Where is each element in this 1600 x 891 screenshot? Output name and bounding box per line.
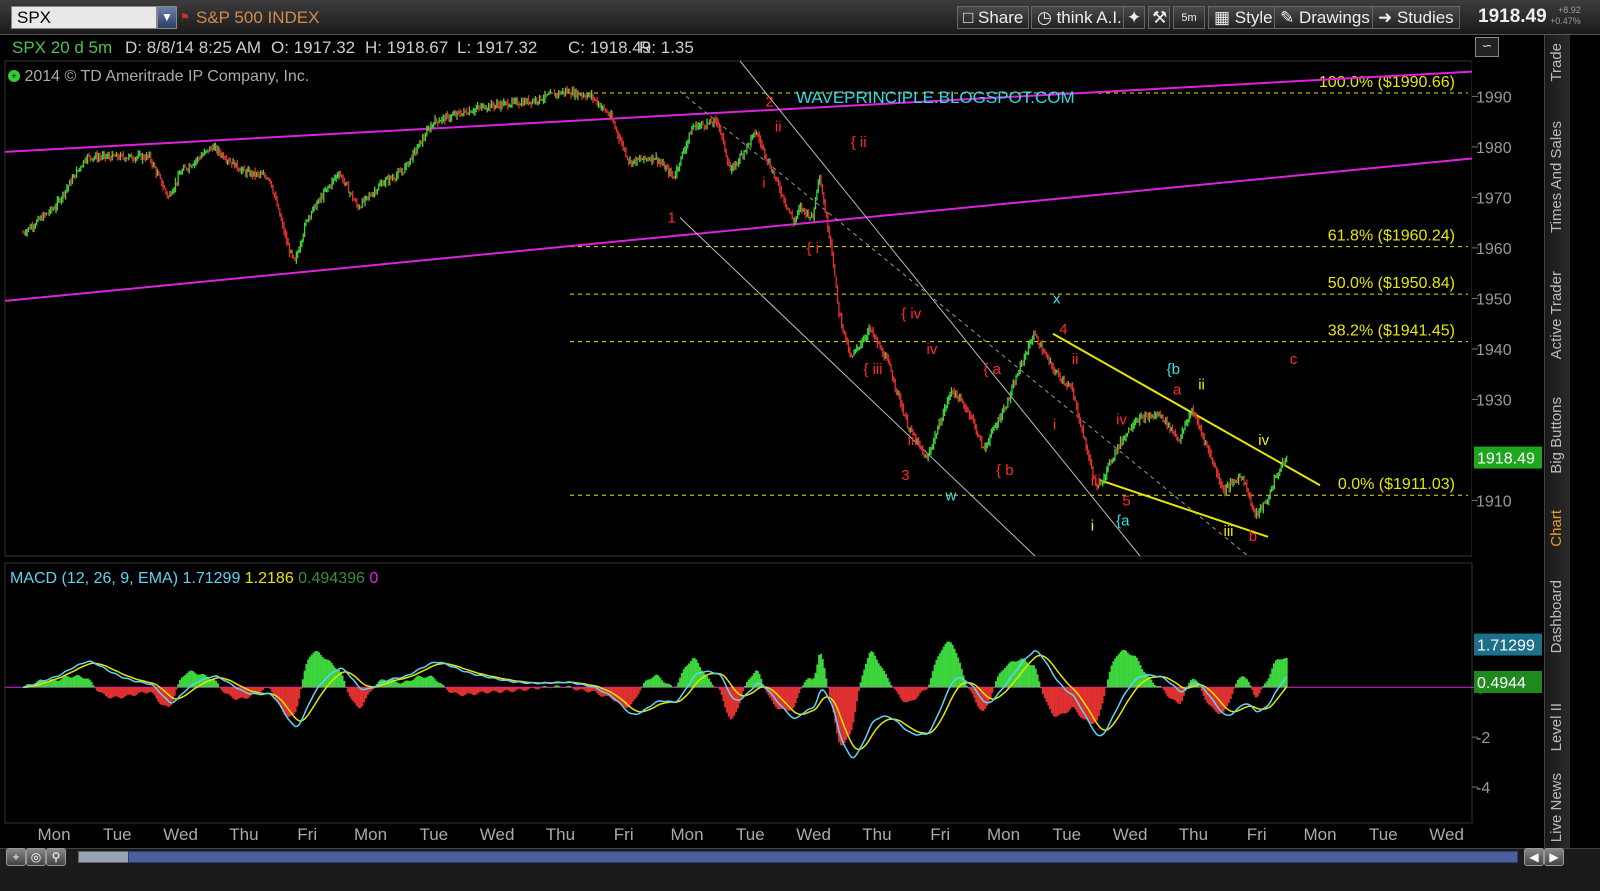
macd-value-label: 1.71299 [1477, 638, 1535, 655]
macd-title: MACD (12, 26, 9, EMA) 1.71299 1.2186 0.4… [10, 570, 378, 587]
price-change: +8.92 +0.47% [1550, 5, 1581, 26]
wave-label: iv [927, 341, 938, 358]
wave-label: {b [1167, 361, 1180, 378]
time-axis: Mon Tue Wed Thu Fri Mon Tue Wed Thu Fri Mon Tue Wed T… [37, 825, 1463, 844]
y-tick-label: 1970 [1476, 190, 1512, 207]
x-tick-label: Thu [1179, 825, 1208, 844]
sidebar-tab-trade[interactable]: Trade [1548, 43, 1565, 82]
wave-label: i [1053, 417, 1056, 434]
x-tick-label: Mon [37, 825, 70, 844]
fib-level-label: 38.2% ($1941.45) [1328, 323, 1455, 340]
x-tick-label: Thu [546, 825, 575, 844]
sidebar-tab-level-ii[interactable]: Level II [1548, 703, 1565, 751]
wave-label: b [1249, 528, 1257, 545]
x-tick-label: Fri [297, 825, 317, 844]
y-tick-label: 1990 [1476, 89, 1512, 106]
wave-label: { iii [863, 361, 882, 378]
wave-label: 1 [667, 210, 675, 227]
sidebar-tab-big-buttons[interactable]: Big Buttons [1548, 397, 1565, 474]
sidebar-tab-dashboard[interactable]: Dashboard [1548, 580, 1565, 653]
macd-y-tick-label: -4 [1476, 780, 1490, 797]
x-tick-label: Wed [1113, 825, 1148, 844]
x-tick-label: Thu [229, 825, 258, 844]
wave-label: 5 [1122, 492, 1130, 509]
wave-label: iii [908, 432, 918, 449]
wave-label: 4 [1059, 321, 1067, 338]
x-tick-label: Tue [419, 825, 448, 844]
sidebar-tab-times-and-sales[interactable]: Times And Sales [1548, 121, 1565, 233]
x-tick-label: Mon [354, 825, 387, 844]
y-tick-label: 1960 [1476, 241, 1512, 258]
sidebar-tab-active-trader[interactable]: Active Trader [1548, 271, 1565, 359]
y-tick-label: 1980 [1476, 140, 1512, 157]
wave-label: { i [806, 240, 819, 257]
x-tick-label: Tue [1369, 825, 1398, 844]
wave-label: a [1173, 381, 1182, 398]
wave-label: ii [1198, 376, 1205, 393]
last-price-label: 1918.49 [1477, 451, 1535, 468]
wave-label: iii [1223, 523, 1233, 540]
y-tick-label: 1950 [1476, 291, 1512, 308]
wave-label: { ii [851, 134, 867, 151]
price-pane-frame [4, 60, 1473, 557]
x-tick-label: Wed [796, 825, 831, 844]
x-tick-label: Fri [1247, 825, 1267, 844]
y-tick-label: 1940 [1476, 342, 1512, 359]
wave-label: { a [983, 361, 1001, 378]
scroll-right-icon[interactable]: ▶ [1544, 848, 1564, 866]
wave-label: i [762, 174, 765, 191]
watermark-text: WAVEPRINCIPLE.BLOGSPOT.COM [796, 88, 1075, 107]
x-tick-label: Wed [163, 825, 198, 844]
scroll-thumb[interactable] [78, 851, 130, 863]
x-tick-label: Tue [736, 825, 765, 844]
wave-label: { b [996, 462, 1014, 479]
time-scrollbar[interactable] [128, 851, 1518, 863]
wave-label: x [1053, 290, 1061, 307]
wave-label: iv [1116, 412, 1127, 429]
wave-label: i [1091, 518, 1094, 535]
wave-label: ii [1072, 351, 1079, 368]
wave-label: ii [775, 119, 782, 136]
x-tick-label: Mon [987, 825, 1020, 844]
macd-pane: 0-2-4MACD (12, 26, 9, EMA) 1.71299 1.218… [4, 562, 1542, 824]
wave-label: iii [1091, 472, 1101, 489]
x-tick-label: Fri [614, 825, 634, 844]
sidebar-tab-chart[interactable]: Chart [1548, 510, 1565, 547]
scroll-left-icon[interactable]: ◀ [1524, 848, 1544, 866]
right-sidebar: Trade Times And Sales Active Trader Big … [1544, 35, 1570, 848]
wave-label: 2 [765, 93, 773, 110]
x-tick-label: Wed [480, 825, 515, 844]
wave-label: iv [1258, 432, 1269, 449]
wave-label: w [944, 487, 956, 504]
wave-label: {a [1116, 513, 1130, 530]
copyright-text: + 2014 © TD Ameritrade IP Company, Inc. [8, 68, 309, 86]
search-icon[interactable]: ⚲ [46, 848, 66, 866]
x-tick-label: Mon [1303, 825, 1336, 844]
hist-value-label: 0.4944 [1477, 675, 1526, 692]
x-tick-label: Mon [670, 825, 703, 844]
x-tick-label: Wed [1429, 825, 1464, 844]
wave-label: c [1290, 351, 1298, 368]
x-tick-label: Thu [862, 825, 891, 844]
fib-level-label: 50.0% ($1950.84) [1328, 275, 1455, 292]
price-axis-bg [1472, 61, 1544, 823]
expand-icon[interactable]: + [8, 70, 20, 82]
macd-y-tick-label: -2 [1476, 730, 1490, 747]
sidebar-tab-live-news[interactable]: Live News [1548, 773, 1565, 842]
wave-label: { iv [901, 306, 922, 323]
fib-level-label: 0.0% ($1911.03) [1338, 476, 1455, 493]
wave-label: 3 [901, 467, 909, 484]
x-tick-label: Tue [103, 825, 132, 844]
y-tick-label: 1910 [1476, 493, 1512, 510]
x-tick-label: Fri [930, 825, 950, 844]
x-tick-label: Tue [1052, 825, 1081, 844]
zoom-fit-icon[interactable]: ◎ [26, 848, 46, 866]
zoom-in-icon[interactable]: + [6, 848, 26, 866]
fib-level-label: 61.8% ($1960.24) [1328, 228, 1455, 245]
chart-canvas: 19901980197019601950194019301910100.0% (… [4, 60, 1544, 844]
y-tick-label: 1930 [1476, 392, 1512, 409]
